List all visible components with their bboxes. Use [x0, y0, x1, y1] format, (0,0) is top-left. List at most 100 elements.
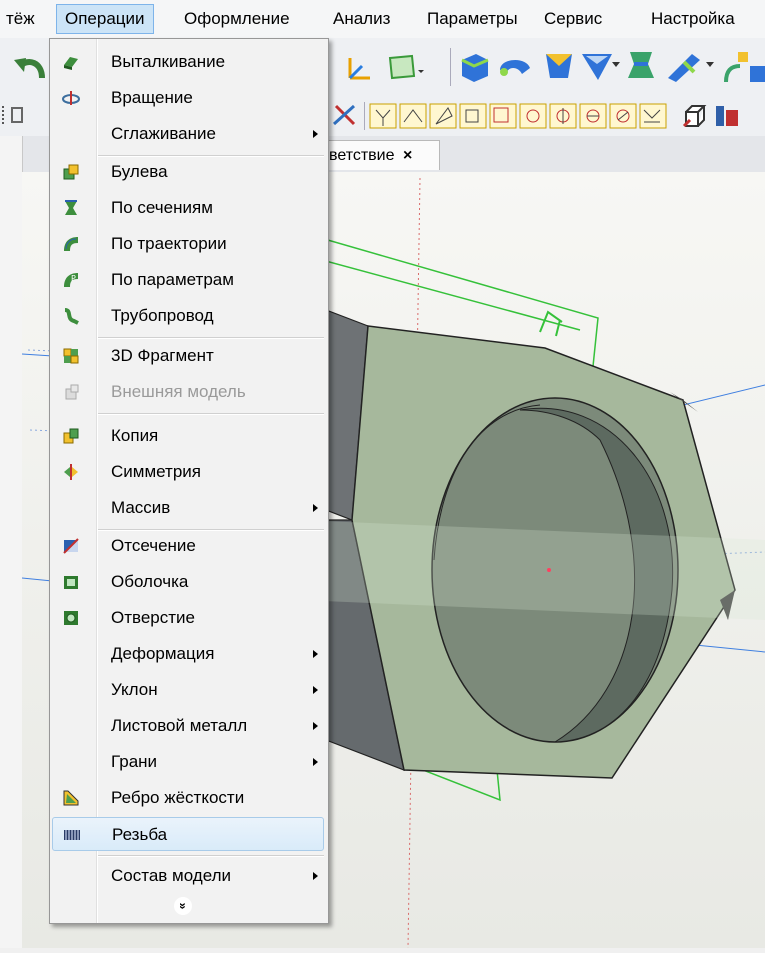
- operations-menu: Выталкивание Вращение Сглаживание Булева…: [49, 38, 329, 924]
- dropdown-arrow-icon[interactable]: [706, 60, 714, 68]
- submenu-arrow-icon: [313, 504, 318, 512]
- menu-service[interactable]: Сервис: [536, 4, 610, 34]
- cut-icon: [63, 538, 79, 554]
- pipe-icon: [64, 308, 79, 325]
- undo-icon[interactable]: [12, 48, 50, 86]
- menu-item-draft[interactable]: Уклон: [52, 673, 324, 707]
- menu-design[interactable]: Оформление: [176, 4, 298, 34]
- menu-item-boolean[interactable]: Булева: [52, 155, 324, 189]
- menu-item-label: 3D Фрагмент: [111, 346, 214, 365]
- menu-separator: [98, 413, 324, 415]
- menu-item-label: Ребро жёсткости: [111, 788, 245, 807]
- menu-item-sweep[interactable]: По траектории: [52, 227, 324, 261]
- menu-item-label: По сечениям: [111, 198, 213, 217]
- parametric-icon: P: [64, 273, 78, 287]
- menu-item-sheet-metal[interactable]: Листовой металл: [52, 709, 324, 743]
- menu-parameters[interactable]: Параметры: [419, 4, 526, 34]
- filter-plane-icon[interactable]: [518, 102, 548, 130]
- menu-item-label: По параметрам: [111, 270, 234, 289]
- menu-item-label: Грани: [111, 752, 158, 771]
- svg-text:P: P: [71, 274, 76, 283]
- filter-sketch-icon[interactable]: [488, 102, 518, 130]
- filter-body-icon[interactable]: [458, 102, 488, 130]
- menu-item-label: Трубопровод: [111, 306, 214, 325]
- filter-point-icon[interactable]: [578, 102, 608, 130]
- submenu-arrow-icon: [313, 872, 318, 880]
- document-tab-label: ветствие: [329, 147, 395, 164]
- menu-item-hole[interactable]: Отверстие: [52, 601, 324, 635]
- axis-icon[interactable]: [342, 50, 378, 84]
- menu-item-label: Сглаживание: [111, 124, 216, 143]
- menu-settings[interactable]: Настройка: [643, 4, 743, 34]
- menu-item-faces[interactable]: Грани: [52, 745, 324, 779]
- toolbar-separator: [364, 102, 365, 130]
- menu-item-model-composition[interactable]: Состав модели: [52, 859, 324, 893]
- menu-item-shell[interactable]: Оболочка: [52, 565, 324, 599]
- properties-icon[interactable]: [712, 102, 742, 130]
- extrude-icon: [64, 57, 78, 70]
- submenu-arrow-icon: [313, 130, 318, 138]
- menu-item-smoothing[interactable]: Сглаживание: [52, 117, 324, 151]
- menu-item-symmetry[interactable]: Симметрия: [52, 455, 324, 489]
- loft-tool-icon[interactable]: [542, 48, 576, 84]
- filter-component-icon[interactable]: [608, 102, 638, 130]
- menu-item-extrude[interactable]: Выталкивание: [52, 45, 324, 79]
- close-tab-icon[interactable]: ×: [403, 147, 412, 164]
- menu-item-parametric[interactable]: P По параметрам: [52, 263, 324, 297]
- rib-icon: [63, 790, 79, 806]
- sweep-icon: [64, 237, 78, 251]
- boss-tool-icon[interactable]: [624, 48, 658, 84]
- toolbar-separator: [450, 48, 451, 86]
- menu-item-label: Состав модели: [111, 866, 232, 885]
- shell-icon: [64, 576, 78, 589]
- menu-item-cut[interactable]: Отсечение: [52, 529, 324, 563]
- copy-icon: [63, 428, 79, 444]
- hole-icon: [64, 611, 78, 625]
- menu-item-label: Симметрия: [111, 462, 201, 481]
- cube-select-icon[interactable]: [680, 102, 710, 130]
- array-tool-icon[interactable]: [720, 48, 765, 86]
- menu-analysis[interactable]: Анализ: [325, 4, 398, 34]
- measure-icon[interactable]: [330, 102, 360, 130]
- menu-item-label: Уклон: [111, 680, 158, 699]
- loft-icon: [65, 200, 77, 215]
- menu-item-3d-fragment[interactable]: 3D Фрагмент: [52, 339, 324, 373]
- menu-operations[interactable]: Операции: [56, 4, 154, 34]
- menu-item-label: Массив: [111, 498, 171, 517]
- dropdown-arrow-icon[interactable]: [612, 60, 620, 68]
- menu-item-rotate[interactable]: Вращение: [52, 81, 324, 115]
- menu-item-array[interactable]: Массив: [52, 491, 324, 525]
- cut-tool-icon[interactable]: [664, 50, 704, 84]
- submenu-arrow-icon: [313, 686, 318, 694]
- menu-item-deformation[interactable]: Деформация: [52, 637, 324, 671]
- menu-item-label: Копия: [111, 426, 159, 445]
- menu-item-copy[interactable]: Копия: [52, 419, 324, 453]
- submenu-arrow-icon: [313, 722, 318, 730]
- menu-item-label: Листовой металл: [111, 716, 248, 735]
- symmetry-icon: [64, 464, 78, 480]
- menu-separator: [98, 855, 324, 857]
- sweep-tool-icon[interactable]: [580, 48, 614, 84]
- filter-axis-icon[interactable]: [548, 102, 578, 130]
- plane-icon[interactable]: [384, 50, 424, 84]
- filter-edge-icon[interactable]: [398, 102, 428, 130]
- extrude-tool-icon[interactable]: [458, 50, 492, 84]
- toolbar-grip[interactable]: [2, 106, 8, 124]
- expand-menu-icon[interactable]: »: [174, 897, 192, 915]
- menu-item-label: Отверстие: [111, 608, 195, 627]
- menu-item-rib[interactable]: Ребро жёсткости: [52, 781, 324, 815]
- filter-face-icon[interactable]: [428, 102, 458, 130]
- filter-vertex-icon[interactable]: [368, 102, 398, 130]
- boolean-icon: [63, 164, 79, 180]
- menu-drawing[interactable]: тёж: [0, 4, 43, 34]
- filter-all-icon[interactable]: [638, 102, 668, 130]
- left-panel[interactable]: [0, 136, 23, 948]
- menu-item-label: Выталкивание: [111, 52, 226, 71]
- menu-item-label: По траектории: [111, 234, 227, 253]
- view-orient-icon[interactable]: [10, 104, 24, 126]
- menu-item-pipe[interactable]: Трубопровод: [52, 299, 324, 333]
- menu-item-label: Булева: [111, 162, 168, 181]
- menu-item-loft[interactable]: По сечениям: [52, 191, 324, 225]
- menu-item-thread[interactable]: Резьба: [52, 817, 324, 851]
- rotate-tool-icon[interactable]: [496, 52, 534, 82]
